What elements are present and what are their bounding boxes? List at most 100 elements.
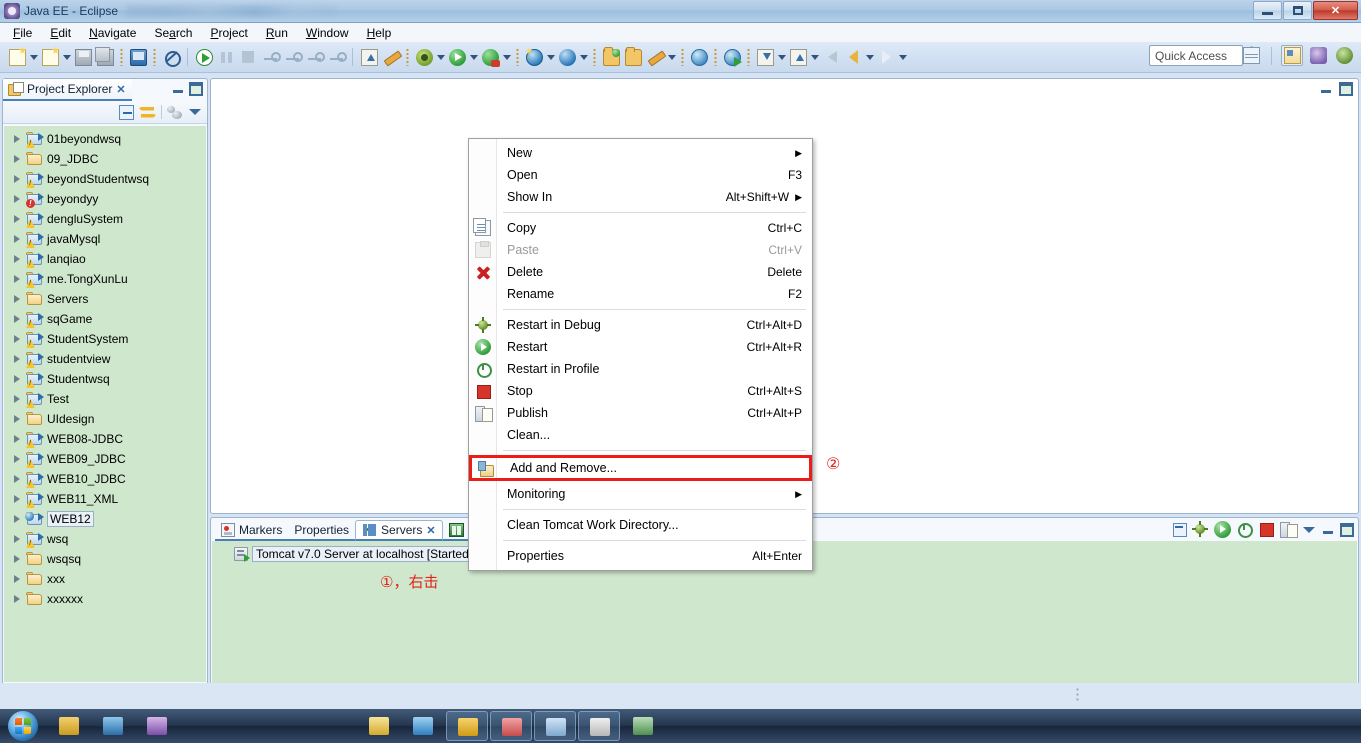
edit-dropdown-icon[interactable] xyxy=(666,46,677,68)
open-web-service-icon[interactable] xyxy=(721,46,743,68)
tree-item-sqgame[interactable]: sqGame xyxy=(4,309,206,329)
run-dropdown-icon[interactable] xyxy=(468,46,479,68)
tree-item-studentwsq[interactable]: Studentwsq xyxy=(4,369,206,389)
menu-help[interactable]: Help xyxy=(358,24,401,42)
save-all-icon[interactable] xyxy=(94,46,116,68)
expand-arrow-icon[interactable] xyxy=(12,394,22,404)
tree-item-beyondyy[interactable]: beyondyy xyxy=(4,189,206,209)
new-file-dropdown-icon[interactable] xyxy=(61,46,72,68)
step-over-icon[interactable] xyxy=(303,46,325,68)
menu-item-monitoring[interactable]: Monitoring ▶ xyxy=(469,483,812,505)
taskbar-item[interactable] xyxy=(534,711,576,741)
debug-icon[interactable] xyxy=(413,46,435,68)
tree-item-javamysql[interactable]: javaMysql xyxy=(4,229,206,249)
menu-item-show-in[interactable]: Show In Alt+Shift+W ▶ xyxy=(469,186,812,208)
save-icon[interactable] xyxy=(72,46,94,68)
run-last-tool-icon[interactable] xyxy=(358,46,380,68)
tab-markers[interactable]: Markers xyxy=(215,520,289,541)
tree-item-denglusystem[interactable]: dengluSystem xyxy=(4,209,206,229)
back-history-icon[interactable] xyxy=(842,46,864,68)
menu-item-restart-in-debug[interactable]: Restart in Debug Ctrl+Alt+D xyxy=(469,314,812,336)
expand-arrow-icon[interactable] xyxy=(12,254,22,264)
taskbar-item[interactable] xyxy=(48,711,90,741)
java-ee-perspective-icon[interactable] xyxy=(1281,45,1303,66)
new-web-project-dropdown-icon[interactable] xyxy=(545,46,556,68)
expand-arrow-icon[interactable] xyxy=(12,414,22,424)
expand-arrow-icon[interactable] xyxy=(12,374,22,384)
menu-item-restart[interactable]: Restart Ctrl+Alt+R xyxy=(469,336,812,358)
menu-window[interactable]: Window xyxy=(297,24,358,42)
project-tree[interactable]: 01beyondwsq 09_JDBC beyondStudentwsq beyond… xyxy=(4,126,206,682)
back-icon[interactable] xyxy=(820,46,842,68)
expand-arrow-icon[interactable] xyxy=(12,494,22,504)
tree-item-web11-xml[interactable]: WEB11_XML xyxy=(4,489,206,509)
collapse-all-icon[interactable] xyxy=(119,104,134,120)
taskbar-item[interactable] xyxy=(446,711,488,741)
terminate-icon[interactable] xyxy=(237,46,259,68)
expand-arrow-icon[interactable] xyxy=(12,594,22,604)
expand-arrow-icon[interactable] xyxy=(12,314,22,324)
open-web-browser-icon[interactable] xyxy=(688,46,710,68)
expand-arrow-icon[interactable] xyxy=(12,174,22,184)
external-tools-icon[interactable] xyxy=(380,46,402,68)
expand-arrow-icon[interactable] xyxy=(12,194,22,204)
tree-item-studentsystem[interactable]: StudentSystem xyxy=(4,329,206,349)
menu-item-add-and-remove[interactable]: Add and Remove... xyxy=(472,458,809,478)
minimize-button[interactable] xyxy=(1253,1,1282,20)
taskbar-item[interactable] xyxy=(92,711,134,741)
menu-item-clean[interactable]: Clean... xyxy=(469,424,812,446)
start-profile-icon[interactable] xyxy=(1236,521,1253,538)
expand-arrow-icon[interactable] xyxy=(12,554,22,564)
tab-snippets[interactable] xyxy=(442,520,470,541)
menu-project[interactable]: Project xyxy=(201,24,256,42)
quick-access-input[interactable]: Quick Access xyxy=(1149,45,1243,66)
menu-search[interactable]: Search xyxy=(145,24,201,42)
taskbar-item[interactable] xyxy=(136,711,178,741)
step-into-icon[interactable] xyxy=(281,46,303,68)
menu-item-delete[interactable]: Delete Delete xyxy=(469,261,812,283)
search-struts-dropdown-icon[interactable] xyxy=(578,46,589,68)
tab-project-explorer[interactable]: Project Explorer ✕ xyxy=(3,79,132,101)
java-perspective-icon[interactable] xyxy=(1307,45,1329,66)
export-icon[interactable] xyxy=(787,46,809,68)
new-wizard-icon[interactable] xyxy=(6,46,28,68)
focus-on-active-task-icon[interactable] xyxy=(167,105,183,120)
run-server-icon[interactable] xyxy=(479,46,501,68)
close-icon[interactable]: ✕ xyxy=(116,83,125,96)
expand-arrow-icon[interactable] xyxy=(12,454,22,464)
tree-item-servers[interactable]: Servers xyxy=(4,289,206,309)
menu-navigate[interactable]: Navigate xyxy=(80,24,145,42)
import-icon[interactable] xyxy=(754,46,776,68)
expand-arrow-icon[interactable] xyxy=(12,534,22,544)
menu-item-stop[interactable]: Stop Ctrl+Alt+S xyxy=(469,380,812,402)
view-menu-icon[interactable] xyxy=(188,105,202,119)
menu-item-copy[interactable]: Copy Ctrl+C xyxy=(469,217,812,239)
link-with-editor-icon[interactable] xyxy=(139,105,156,120)
start-debug-icon[interactable] xyxy=(1192,521,1209,538)
tree-item-01beyondwsq[interactable]: 01beyondwsq xyxy=(4,129,206,149)
taskbar-item[interactable] xyxy=(358,711,400,741)
maximize-view-icon[interactable] xyxy=(1340,522,1354,537)
tab-properties[interactable]: Properties xyxy=(288,520,356,541)
expand-arrow-icon[interactable] xyxy=(12,294,22,304)
expand-arrow-icon[interactable] xyxy=(12,474,22,484)
expand-arrow-icon[interactable] xyxy=(12,274,22,284)
debug-dropdown-icon[interactable] xyxy=(435,46,446,68)
open-type-icon[interactable] xyxy=(600,46,622,68)
maximize-editor-icon[interactable] xyxy=(1339,82,1353,96)
tree-item-web09-jdbc[interactable]: WEB09_JDBC xyxy=(4,449,206,469)
maximize-button[interactable] xyxy=(1283,1,1312,20)
publish-icon[interactable] xyxy=(1280,521,1298,538)
run-server-dropdown-icon[interactable] xyxy=(501,46,512,68)
menu-item-clean-tomcat-work-directory[interactable]: Clean Tomcat Work Directory... xyxy=(469,514,812,536)
resume-icon[interactable] xyxy=(193,46,215,68)
new-dropdown-icon[interactable] xyxy=(28,46,39,68)
open-console-icon[interactable] xyxy=(127,46,149,68)
tree-item-09-jdbc[interactable]: 09_JDBC xyxy=(4,149,206,169)
collapse-all-icon[interactable] xyxy=(1173,522,1187,537)
suspend-icon[interactable] xyxy=(215,46,237,68)
taskbar-item[interactable] xyxy=(402,711,444,741)
tree-item-web08-jdbc[interactable]: WEB08-JDBC xyxy=(4,429,206,449)
tree-item-web12[interactable]: WEB12 xyxy=(4,509,206,529)
tree-item-web10-jdbc[interactable]: WEB10_JDBC xyxy=(4,469,206,489)
